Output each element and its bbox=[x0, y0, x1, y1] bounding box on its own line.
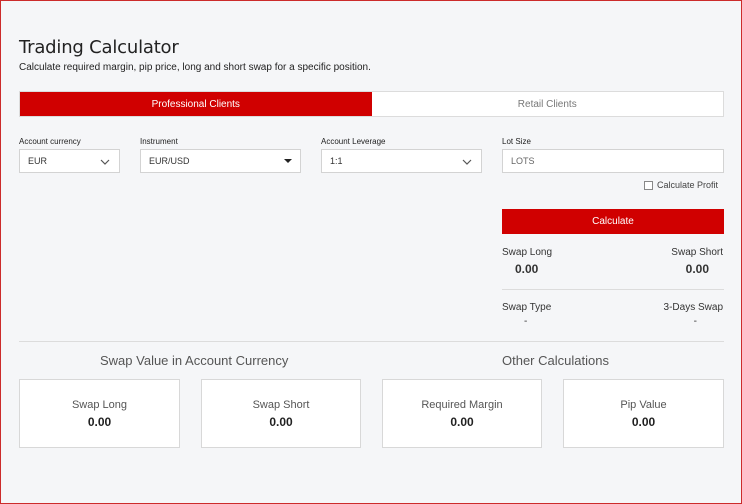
swap-type-value: - bbox=[524, 316, 528, 327]
swap-short-card: Swap Short 0.00 bbox=[201, 379, 361, 448]
calculate-profit-label: Calculate Profit bbox=[657, 180, 719, 190]
account-currency-label: Account currency bbox=[19, 137, 81, 146]
three-days-swap-value: - bbox=[693, 316, 697, 327]
card-label: Pip Value bbox=[620, 398, 667, 411]
card-value: 0.00 bbox=[631, 414, 656, 429]
chevron-down-icon bbox=[462, 159, 472, 165]
required-margin-card: Required Margin 0.00 bbox=[382, 379, 542, 448]
tab-retail-clients[interactable]: Retail Clients bbox=[372, 92, 724, 116]
card-label: Required Margin bbox=[421, 398, 503, 411]
lot-size-input[interactable]: LOTS bbox=[502, 149, 724, 173]
calculate-profit-checkbox[interactable] bbox=[644, 180, 653, 190]
calculator-frame: Trading Calculator Calculate required ma… bbox=[0, 0, 742, 504]
account-currency-select[interactable]: EUR bbox=[19, 149, 120, 173]
account-leverage-label: Account Leverage bbox=[321, 137, 386, 146]
card-value: 0.00 bbox=[87, 414, 112, 429]
swap-long-label: Swap Long bbox=[502, 247, 553, 258]
card-label: Swap Short bbox=[252, 398, 310, 411]
card-value: 0.00 bbox=[269, 414, 293, 429]
chevron-down-icon bbox=[100, 159, 110, 165]
calculate-profit-toggle[interactable]: Calculate Profit bbox=[644, 180, 718, 190]
page-subtitle: Calculate required margin, pip price, lo… bbox=[19, 62, 371, 73]
swap-value-section-title: Swap Value in Account Currency bbox=[100, 353, 289, 368]
account-leverage-value: 1:1 bbox=[330, 156, 343, 166]
instrument-label: Instrument bbox=[140, 137, 178, 146]
lot-size-label: Lot Size bbox=[502, 137, 531, 146]
results-divider bbox=[502, 289, 724, 290]
tab-professional-clients[interactable]: Professional Clients bbox=[20, 92, 372, 116]
instrument-value: EUR/USD bbox=[149, 156, 190, 166]
section-divider bbox=[19, 341, 724, 342]
pip-value-card: Pip Value 0.00 bbox=[563, 379, 724, 448]
swap-type-label: Swap Type bbox=[502, 302, 552, 313]
card-value: 0.00 bbox=[450, 414, 474, 429]
page-title: Trading Calculator bbox=[19, 37, 179, 58]
three-days-swap-label: 3-Days Swap bbox=[663, 302, 723, 313]
account-currency-value: EUR bbox=[28, 156, 48, 166]
instrument-select[interactable]: EUR/USD bbox=[140, 149, 301, 173]
other-calculations-section-title: Other Calculations bbox=[502, 353, 609, 368]
calculate-button[interactable]: Calculate bbox=[502, 209, 724, 234]
swap-short-value: 0.00 bbox=[685, 262, 709, 276]
swap-long-value: 0.00 bbox=[515, 262, 539, 276]
client-type-tabs: Professional Clients Retail Clients bbox=[19, 91, 724, 117]
card-label: Swap Long bbox=[71, 398, 128, 411]
caret-down-icon bbox=[284, 159, 292, 163]
swap-short-label: Swap Short bbox=[671, 247, 723, 258]
account-leverage-select[interactable]: 1:1 bbox=[321, 149, 482, 173]
swap-long-card: Swap Long 0.00 bbox=[19, 379, 180, 448]
